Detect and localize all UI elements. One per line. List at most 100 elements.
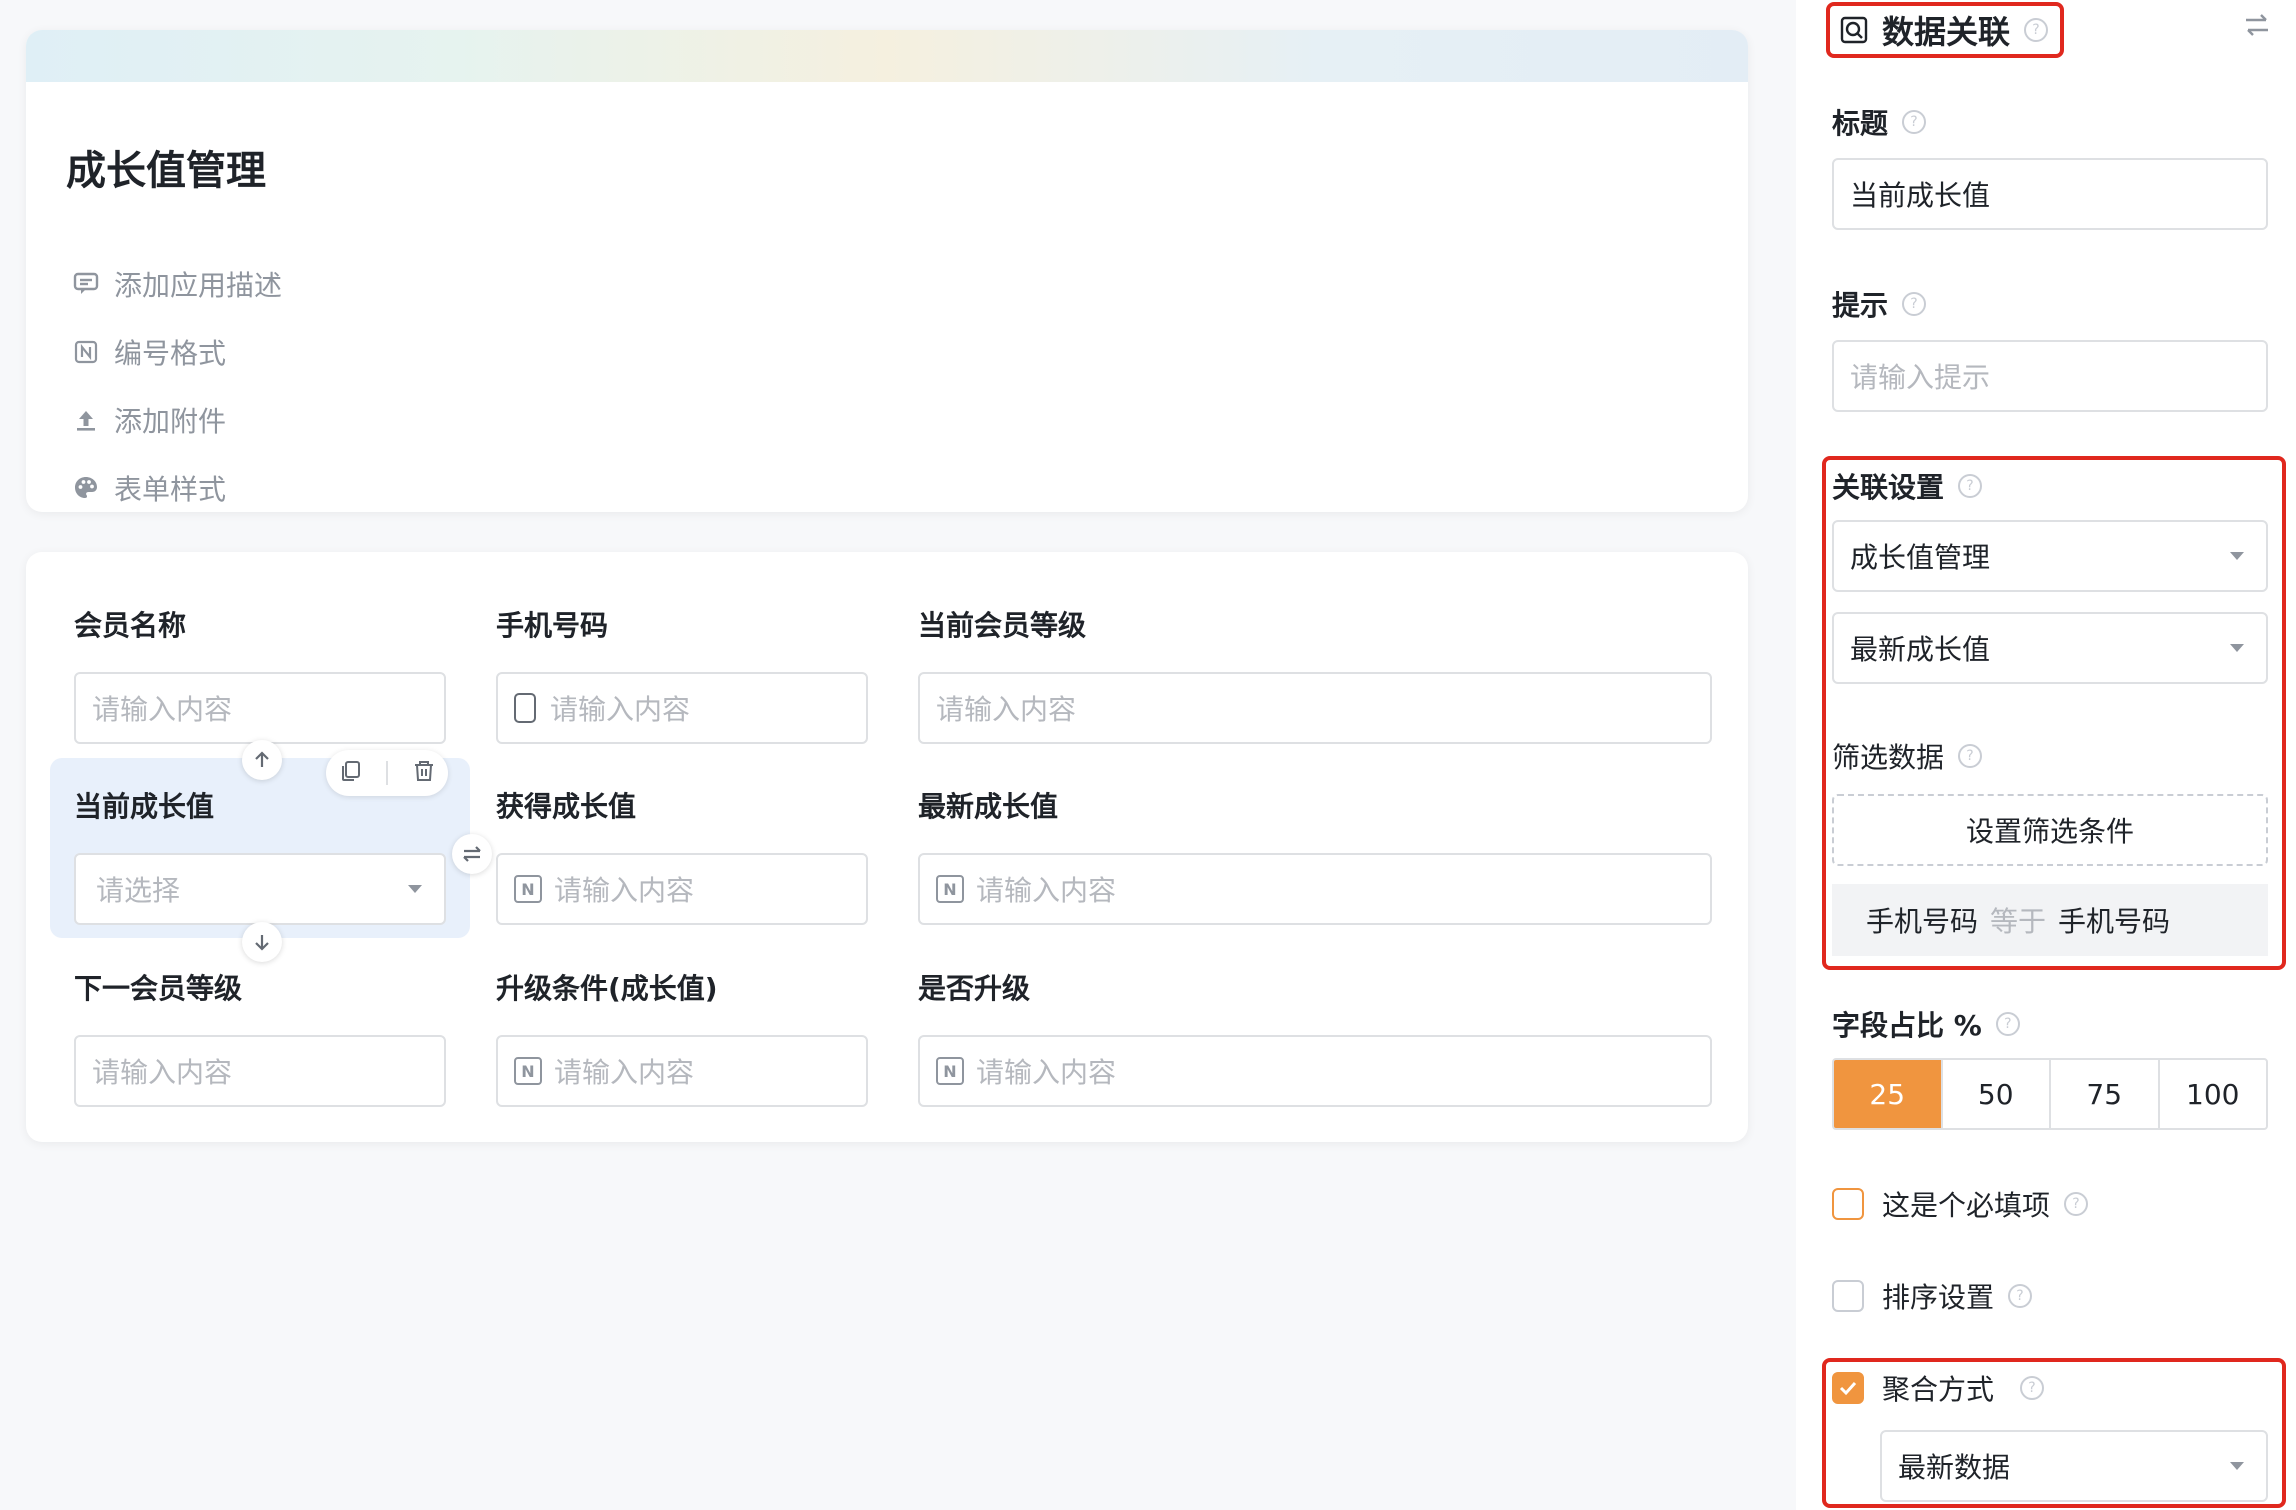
- input-placeholder: 请输入内容: [550, 693, 691, 726]
- required-checkbox[interactable]: [1832, 1188, 1864, 1220]
- width-ratio-segmented: 25 50 75 100: [1832, 1058, 2268, 1130]
- relation-field-select[interactable]: 最新成长值: [1832, 612, 2268, 684]
- input-placeholder: 请输入内容: [92, 693, 233, 726]
- field-next-level[interactable]: 下一会员等级 请输入内容: [74, 969, 446, 1107]
- copy-icon: [342, 761, 360, 781]
- field-gained-growth[interactable]: 获得成长值 N 请输入内容: [496, 787, 868, 925]
- help-icon[interactable]: ?: [1958, 474, 1983, 498]
- hint-label-text: 提示: [1832, 289, 1889, 322]
- help-icon[interactable]: ?: [2020, 1376, 2045, 1400]
- condition-value: 手机号码: [2058, 905, 2171, 938]
- switch-field-type-button[interactable]: [2242, 10, 2272, 44]
- hint-input[interactable]: 请输入提示: [1832, 340, 2268, 412]
- chevron-down-icon: [408, 885, 422, 893]
- field-label: 是否升级: [918, 972, 1031, 1005]
- title-input[interactable]: 当前成长值: [1832, 158, 2268, 230]
- phone-input[interactable]: 请输入内容: [496, 672, 868, 744]
- sort-checkbox-row[interactable]: 排序设置 ?: [1832, 1276, 2033, 1316]
- panel-title: 数据关联: [1882, 13, 2011, 51]
- input-placeholder: 请输入内容: [554, 874, 695, 907]
- width-option-50[interactable]: 50: [1943, 1060, 2051, 1128]
- width-option-75[interactable]: 75: [2051, 1060, 2160, 1128]
- field-is-upgrade[interactable]: 是否升级 N 请输入内容: [918, 969, 1712, 1107]
- input-placeholder: 请输入内容: [936, 693, 1077, 726]
- upload-icon: [66, 400, 106, 440]
- add-description-link[interactable]: 添加应用描述: [66, 250, 282, 318]
- field-label: 获得成长值: [496, 790, 637, 823]
- input-placeholder: 请输入内容: [92, 1056, 233, 1089]
- field-label: 会员名称: [74, 609, 187, 642]
- help-icon[interactable]: ?: [1958, 744, 1983, 768]
- palette-icon: [66, 468, 106, 508]
- help-icon[interactable]: ?: [1902, 110, 1927, 134]
- form-style-label: 表单样式: [114, 473, 227, 506]
- relation-form-select[interactable]: 成长值管理: [1832, 520, 2268, 592]
- width-ratio-label: 字段占比 %?: [1832, 1004, 2020, 1044]
- aggregate-checkbox[interactable]: [1832, 1372, 1864, 1404]
- title-label: 标题?: [1832, 102, 1927, 142]
- number-field-icon: N: [936, 875, 964, 903]
- field-settings-panel: 数据关联 ? 标题? 当前成长值 提示? 请输入提示 关联设置? 成长值管理 最…: [1796, 0, 2296, 1510]
- phone-icon: [514, 693, 536, 723]
- filter-condition-row[interactable]: 手机号码 等于 手机号码: [1832, 884, 2268, 956]
- number-format-link[interactable]: 编号格式: [66, 318, 282, 386]
- upgrade-condition-input[interactable]: N 请输入内容: [496, 1035, 868, 1107]
- help-icon[interactable]: ?: [1995, 1012, 2020, 1036]
- current-growth-select[interactable]: 请选择: [74, 853, 446, 925]
- help-icon[interactable]: ?: [1902, 292, 1927, 316]
- field-member-name[interactable]: 会员名称 请输入内容: [74, 606, 446, 744]
- field-current-growth[interactable]: 当前成长值 请选择: [74, 787, 446, 925]
- current-level-input[interactable]: 请输入内容: [918, 672, 1712, 744]
- title-input-value: 当前成长值: [1850, 179, 1991, 212]
- input-placeholder: 请输入内容: [976, 874, 1117, 907]
- condition-field: 手机号码: [1866, 905, 1979, 938]
- field-current-level[interactable]: 当前会员等级 请输入内容: [918, 606, 1712, 744]
- move-down-button[interactable]: [242, 922, 282, 962]
- form-style-link[interactable]: 表单样式: [66, 454, 282, 512]
- field-latest-growth[interactable]: 最新成长值 N 请输入内容: [918, 787, 1712, 925]
- member-name-input[interactable]: 请输入内容: [74, 672, 446, 744]
- set-filter-button[interactable]: 设置筛选条件: [1832, 794, 2268, 866]
- next-level-input[interactable]: 请输入内容: [74, 1035, 446, 1107]
- trash-icon: [415, 761, 433, 781]
- relation-field-value: 最新成长值: [1850, 633, 1991, 666]
- width-option-25[interactable]: 25: [1834, 1060, 1943, 1128]
- field-label: 当前成长值: [74, 790, 215, 823]
- condition-operator: 等于: [1990, 905, 2047, 938]
- field-upgrade-condition[interactable]: 升级条件(成长值) N 请输入内容: [496, 969, 868, 1107]
- width-option-100[interactable]: 100: [2160, 1060, 2267, 1128]
- add-attachment-link[interactable]: 添加附件: [66, 386, 282, 454]
- chevron-down-icon: [2230, 644, 2244, 652]
- aggregate-value: 最新数据: [1898, 1451, 2011, 1484]
- sort-checkbox[interactable]: [1832, 1280, 1864, 1312]
- required-checkbox-row[interactable]: 这是个必填项 ?: [1832, 1184, 2089, 1224]
- input-placeholder: 请输入内容: [554, 1056, 695, 1089]
- hint-label: 提示?: [1832, 284, 1927, 324]
- number-field-icon: N: [514, 875, 542, 903]
- help-icon[interactable]: ?: [2008, 1284, 2033, 1308]
- app-title[interactable]: 成长值管理: [66, 138, 266, 196]
- switch-icon: [2246, 14, 2268, 36]
- number-format-icon: [66, 332, 106, 372]
- aggregate-select[interactable]: 最新数据: [1880, 1430, 2268, 1502]
- help-icon[interactable]: ?: [2064, 1192, 2089, 1216]
- copy-field-button[interactable]: [338, 759, 362, 787]
- move-up-button[interactable]: [242, 740, 282, 780]
- is-upgrade-input[interactable]: N 请输入内容: [918, 1035, 1712, 1107]
- filter-label: 筛选数据?: [1832, 736, 1983, 776]
- swap-position-button[interactable]: [452, 834, 492, 874]
- add-attachment-label: 添加附件: [114, 405, 227, 438]
- filter-label-text: 筛选数据: [1832, 741, 1945, 774]
- chevron-down-icon: [2230, 1462, 2244, 1470]
- chevron-down-icon: [2230, 552, 2244, 560]
- aggregate-checkbox-row[interactable]: 聚合方式 ?: [1832, 1368, 2045, 1408]
- field-label: 手机号码: [496, 609, 609, 642]
- field-phone[interactable]: 手机号码 请输入内容: [496, 606, 868, 744]
- number-format-label: 编号格式: [114, 337, 227, 370]
- delete-field-button[interactable]: [412, 759, 436, 787]
- help-icon[interactable]: ?: [2024, 18, 2049, 42]
- arrow-up-icon: [255, 751, 269, 767]
- latest-growth-input[interactable]: N 请输入内容: [918, 853, 1712, 925]
- app-meta-list: 添加应用描述 编号格式 添加附件 表单样式: [66, 250, 282, 512]
- gained-growth-input[interactable]: N 请输入内容: [496, 853, 868, 925]
